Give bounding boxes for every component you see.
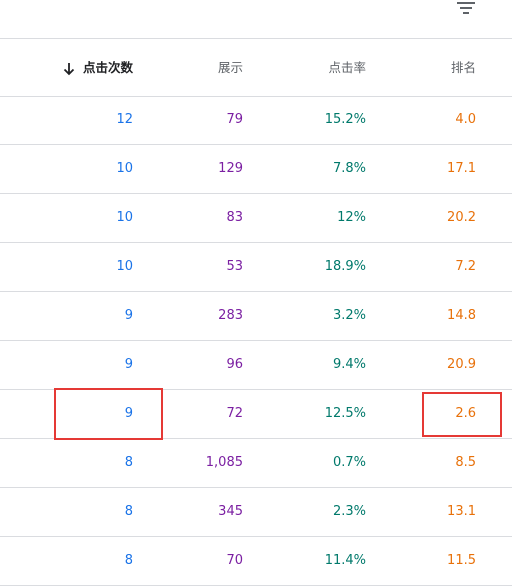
cell-position: 20.9: [447, 357, 476, 372]
table-row[interactable]: 10 53 18.9% 7.2: [0, 243, 512, 292]
table-header: 点击次数 展示 点击率 排名: [0, 39, 512, 97]
cell-position: 20.2: [447, 210, 476, 225]
cell-position: 11.5: [447, 553, 476, 568]
column-header-position-label: 排名: [450, 60, 476, 75]
cell-position: 17.1: [447, 161, 476, 176]
highlight-box-clicks: [54, 388, 163, 440]
cell-position: 13.1: [447, 504, 476, 519]
table-row[interactable]: 8 70 11.4% 11.5: [0, 537, 512, 586]
table-toolbar: [0, 0, 512, 39]
table-row[interactable]: 12 79 15.2% 4.0: [0, 96, 512, 145]
filter-button[interactable]: [454, 0, 478, 18]
table-row[interactable]: 10 129 7.8% 17.1: [0, 145, 512, 194]
cell-position: 8.5: [455, 455, 476, 470]
table-row[interactable]: 9 96 9.4% 20.9: [0, 341, 512, 390]
table-row[interactable]: 8 1,085 0.7% 8.5: [0, 439, 512, 488]
filter-icon: [457, 2, 475, 14]
table-row[interactable]: 10 83 12% 20.2: [0, 194, 512, 243]
table-row[interactable]: 8 345 2.3% 13.1: [0, 488, 512, 537]
cell-position: 14.8: [447, 308, 476, 323]
column-header-position[interactable]: 排名: [0, 39, 476, 96]
cell-position: 4.0: [455, 112, 476, 127]
table-row[interactable]: 9 283 3.2% 14.8: [0, 292, 512, 341]
cell-position: 7.2: [455, 259, 476, 274]
highlight-box-position: [422, 392, 502, 437]
